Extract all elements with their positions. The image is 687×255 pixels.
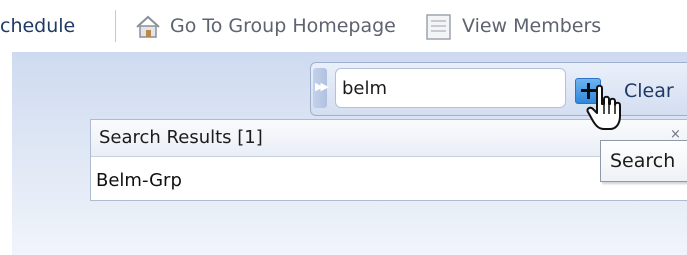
tooltip-text: Search xyxy=(610,150,676,172)
search-results-title: Search Results [1] xyxy=(99,127,263,148)
document-list-icon[interactable] xyxy=(424,12,454,42)
view-members-link[interactable]: View Members xyxy=(462,14,601,38)
clear-link[interactable]: Clear xyxy=(624,79,674,103)
list-item[interactable]: Belm-Grp xyxy=(96,170,182,192)
expand-arrows-icon: ▶▶ xyxy=(315,80,329,93)
hand-cursor-icon xyxy=(586,84,621,130)
go-to-group-homepage-link[interactable]: Go To Group Homepage xyxy=(170,14,396,38)
search-input[interactable] xyxy=(335,68,566,108)
top-toolbar: chedule Go To Group Homepage View Member… xyxy=(0,0,687,52)
home-icon[interactable] xyxy=(134,13,162,41)
search-tooltip: Search xyxy=(600,140,687,182)
schedule-link[interactable]: chedule xyxy=(0,14,75,38)
toolbar-divider xyxy=(115,10,116,42)
